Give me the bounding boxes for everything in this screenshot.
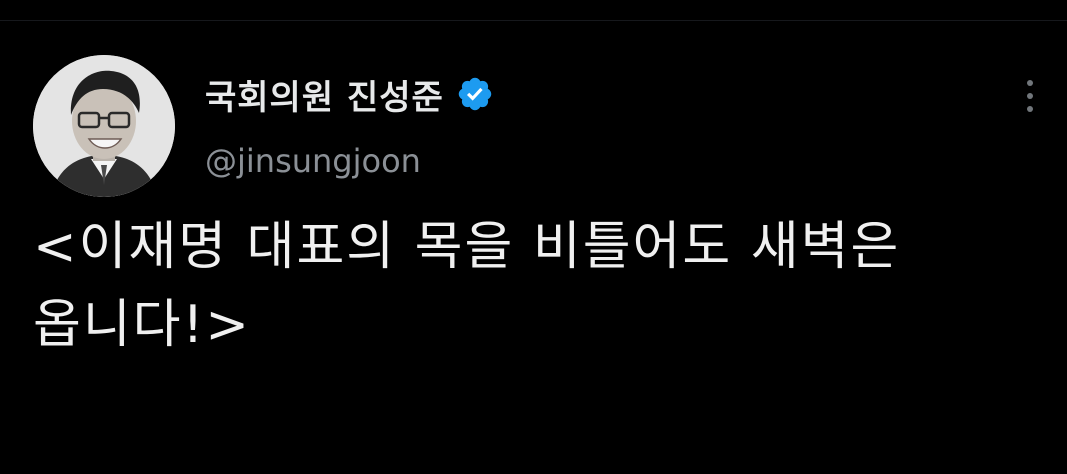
more-dot-icon: [1027, 106, 1033, 112]
author-name-row[interactable]: 국회의원 진성준: [205, 70, 494, 119]
tweet-card[interactable]: 국회의원 진성준 @jinsungjoon <이재명 대표의 목을 비틀어도 새…: [0, 0, 1067, 474]
more-dot-icon: [1027, 80, 1033, 86]
tweet-text: <이재명 대표의 목을 비틀어도 새벽은 옵니다!>: [33, 217, 901, 355]
author-display-name[interactable]: 국회의원 진성준: [205, 70, 444, 119]
author-avatar[interactable]: [33, 55, 175, 197]
avatar-photo-icon: [33, 55, 175, 197]
verified-badge-icon[interactable]: [456, 75, 494, 113]
more-dot-icon: [1027, 93, 1033, 99]
more-options-button[interactable]: [1012, 70, 1048, 122]
author-handle[interactable]: @jinsungjoon: [205, 142, 421, 180]
